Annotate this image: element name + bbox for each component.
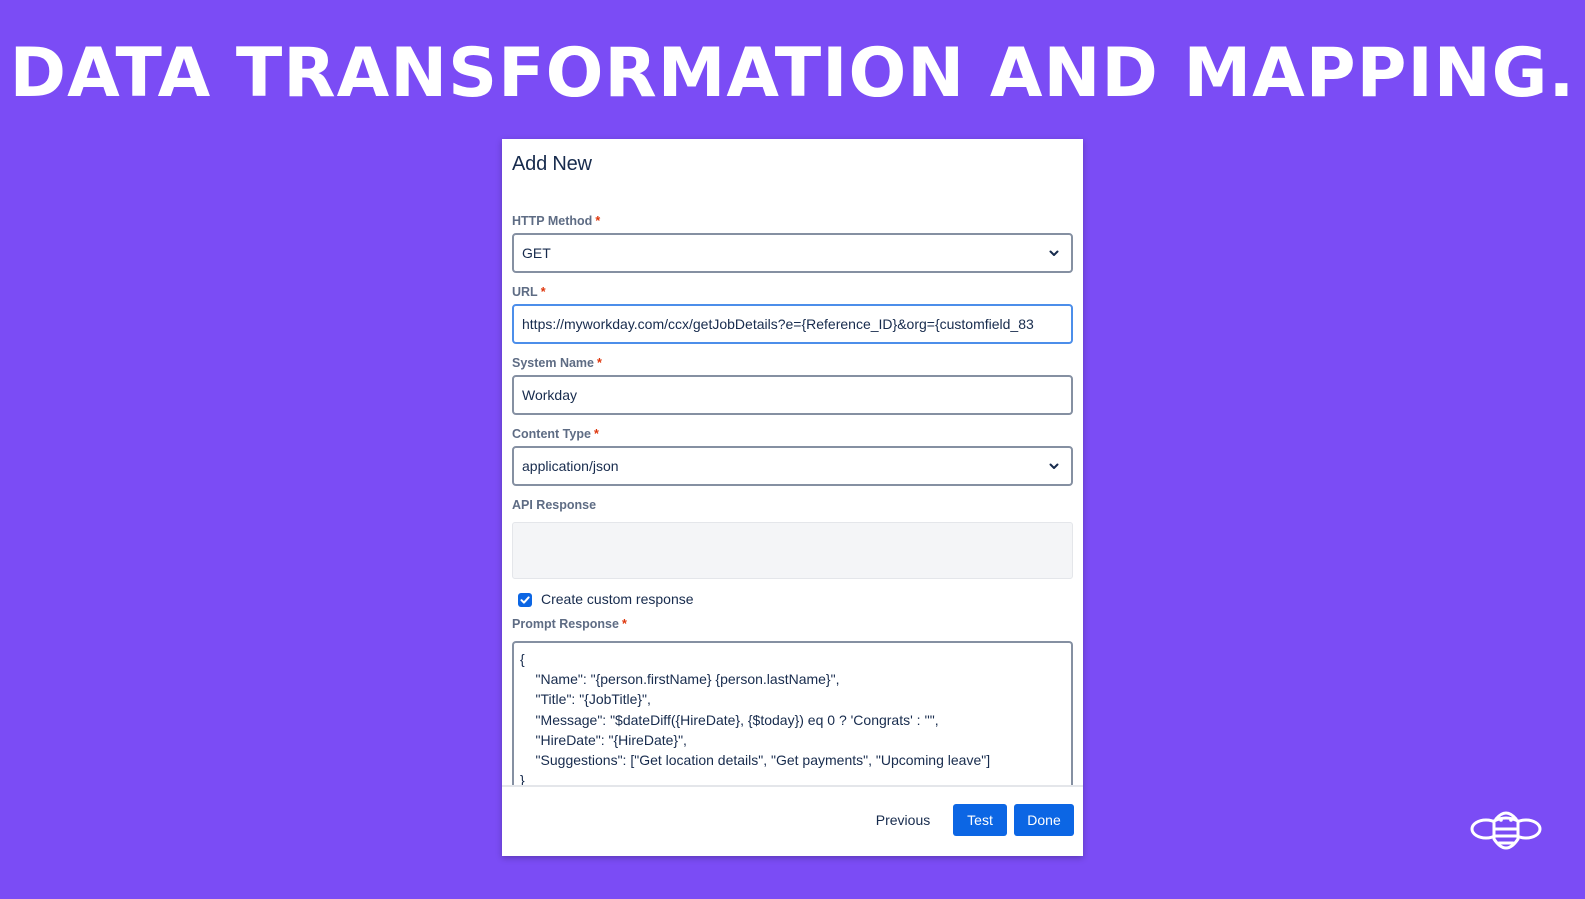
url-label: URL *: [512, 285, 546, 299]
required-marker: *: [540, 285, 546, 299]
url-value: https://myworkday.com/ccx/getJobDetails?…: [522, 316, 1034, 332]
test-button[interactable]: Test: [953, 804, 1007, 836]
page-headline: DATA TRANSFORMATION AND MAPPING.: [9, 34, 1576, 113]
code-line: {: [520, 651, 525, 667]
required-marker: *: [593, 427, 599, 441]
content-type-label: Content Type *: [512, 427, 599, 441]
dialog-title: Add New: [512, 153, 592, 175]
chevron-down-icon: [1049, 463, 1059, 469]
url-input[interactable]: https://myworkday.com/ccx/getJobDetails?…: [512, 304, 1073, 344]
add-new-dialog: Add New HTTP Method * GET URL * https://my…: [502, 139, 1083, 856]
http-method-value: GET: [522, 245, 551, 261]
code-line: "Message": "$dateDiff({HireDate}, {$toda…: [520, 711, 939, 728]
system-name-label: System Name *: [512, 356, 602, 370]
checkmark-icon: [520, 596, 530, 604]
previous-button[interactable]: Previous: [862, 804, 944, 836]
system-name-input[interactable]: Workday: [512, 375, 1073, 415]
api-response-label: API Response: [512, 498, 597, 512]
prompt-response-textarea[interactable]: { "Name": "{person.firstName} {person.la…: [512, 641, 1073, 801]
content-type-value: application/json: [522, 458, 619, 474]
bee-logo-icon: [1470, 811, 1542, 850]
code-line: "Suggestions": ["Get location details", …: [520, 752, 991, 769]
custom-response-checkbox[interactable]: [518, 593, 532, 607]
required-marker: *: [621, 617, 627, 631]
http-method-select[interactable]: GET: [512, 233, 1073, 273]
chevron-down-icon: [1049, 250, 1059, 256]
required-marker: *: [597, 356, 602, 370]
code-line: "Name": "{person.firstName} {person.last…: [520, 671, 840, 688]
dialog-footer: Previous Test Done: [502, 787, 1083, 856]
required-marker: *: [595, 214, 601, 228]
code-line: "HireDate": "{HireDate}",: [520, 731, 687, 748]
code-line: "Title": "{JobTitle}",: [520, 691, 651, 708]
custom-response-label[interactable]: Create custom response: [541, 591, 694, 607]
prompt-response-label: Prompt Response *: [512, 617, 627, 631]
content-type-select[interactable]: application/json: [512, 446, 1073, 486]
http-method-label: HTTP Method *: [512, 214, 601, 228]
api-response-field: [512, 522, 1073, 579]
system-name-value: Workday: [522, 387, 577, 403]
done-button[interactable]: Done: [1014, 804, 1074, 836]
